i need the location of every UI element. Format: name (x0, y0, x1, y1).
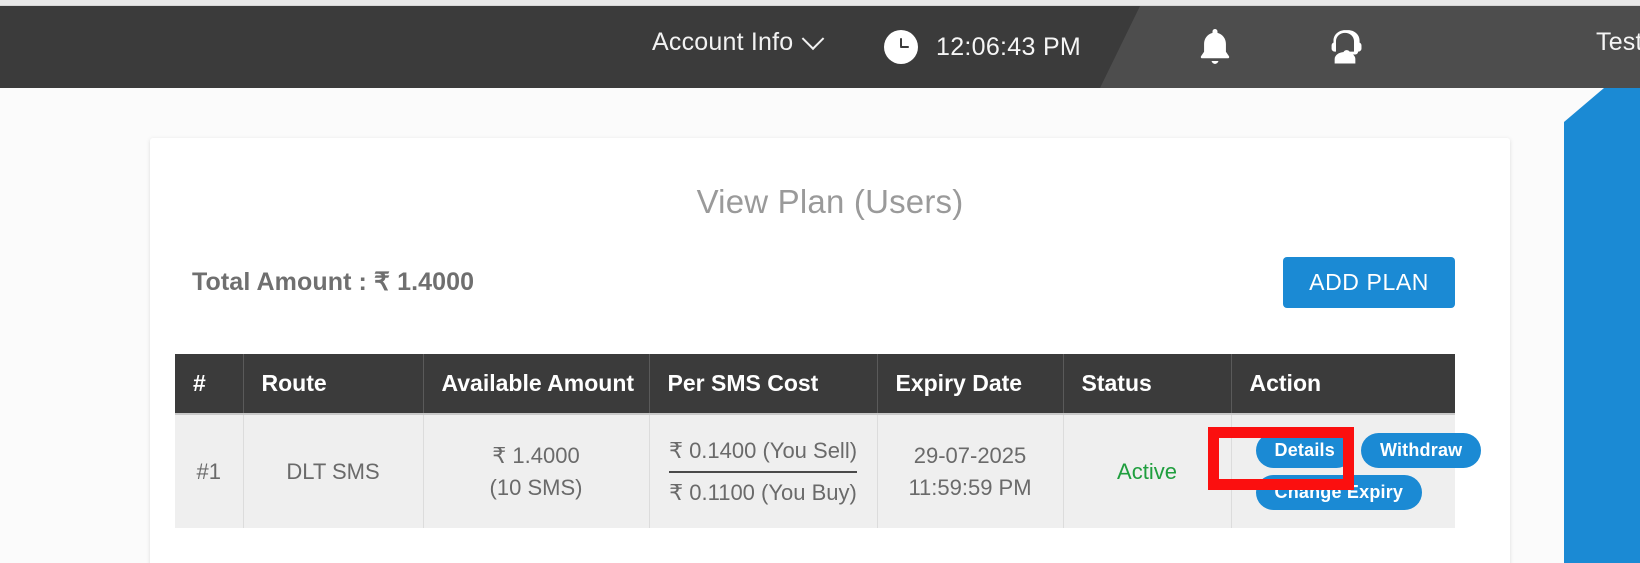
cell-route: DLT SMS (243, 413, 424, 528)
table-body: #1 DLT SMS ₹ 1.4000 (10 SMS) ₹ 0.1400 (Y… (175, 413, 1482, 528)
column-header-per-sms-cost[interactable]: Per SMS Cost (649, 354, 878, 414)
plan-table-container: # Route Available Amount Per SMS Cost Ex… (175, 354, 1482, 528)
column-header-route[interactable]: Route (243, 354, 424, 414)
app-viewport: Account Info 12:06:43 PM Test View Plan … (0, 0, 1640, 563)
change-expiry-button[interactable]: Change Expiry (1255, 475, 1423, 510)
expiry-date-value: 29-07-2025 (913, 442, 1027, 468)
user-name-label[interactable]: Test (1596, 28, 1640, 57)
column-header-index[interactable]: # (175, 354, 244, 414)
table-row: #1 DLT SMS ₹ 1.4000 (10 SMS) ₹ 0.1400 (Y… (175, 413, 1482, 528)
headset-support-icon (1331, 30, 1362, 64)
column-header-action[interactable]: Action (1231, 354, 1455, 414)
current-time: 12:06:43 PM (936, 32, 1082, 61)
cell-status: Active (1063, 413, 1232, 528)
cost-fraction: ₹ 0.1400 (You Sell) ₹ 0.1100 (You Buy) (668, 435, 858, 507)
column-header-status[interactable]: Status (1063, 354, 1232, 414)
expiry-time-value: 11:59:59 PM (908, 474, 1032, 500)
clock-icon (884, 30, 918, 64)
cell-action: Details Withdraw Change Expiry (1231, 413, 1482, 528)
column-header-expiry-date[interactable]: Expiry Date (877, 354, 1064, 414)
clock-display: 12:06:43 PM (884, 30, 1081, 64)
blue-accent-shape (1564, 88, 1640, 563)
table-header-row: # Route Available Amount Per SMS Cost Ex… (175, 354, 1455, 414)
page-title: View Plan (Users) (696, 183, 964, 220)
plan-table: # Route Available Amount Per SMS Cost Ex… (175, 354, 1482, 528)
status-badge: Active (1117, 458, 1177, 484)
available-amount-value: ₹ 1.4000 (492, 442, 580, 468)
cost-you-sell: ₹ 0.1400 (You Sell) (668, 435, 858, 473)
action-button-group: Details Withdraw Change Expiry (1255, 433, 1488, 510)
details-button[interactable]: Details (1255, 433, 1354, 468)
cost-you-buy: ₹ 0.1100 (You Buy) (669, 479, 857, 505)
top-navigation-bar: Account Info 12:06:43 PM Test (0, 6, 1640, 88)
cell-available-amount: ₹ 1.4000 (10 SMS) (423, 413, 650, 528)
notifications-button[interactable] (1192, 24, 1238, 70)
account-info-dropdown[interactable]: Account Info (652, 26, 825, 57)
column-header-available-amount[interactable]: Available Amount (423, 354, 650, 414)
page-body: View Plan (Users) Total Amount : ₹ 1.400… (0, 88, 1640, 563)
table-header: # Route Available Amount Per SMS Cost Ex… (175, 354, 1455, 414)
chevron-down-icon (802, 26, 825, 50)
total-amount-label: Total Amount : ₹ 1.4000 (192, 268, 475, 296)
card-subheader: Total Amount : ₹ 1.4000 ADD PLAN (150, 251, 1510, 321)
cell-index: #1 (175, 413, 244, 528)
withdraw-button[interactable]: Withdraw (1360, 433, 1482, 468)
cell-per-sms-cost: ₹ 0.1400 (You Sell) ₹ 0.1100 (You Buy) (649, 413, 878, 528)
support-button[interactable] (1322, 24, 1368, 70)
cell-expiry-date: 29-07-2025 11:59:59 PM (877, 413, 1064, 528)
view-plan-card: View Plan (Users) Total Amount : ₹ 1.400… (150, 138, 1510, 563)
add-plan-button[interactable]: ADD PLAN (1283, 257, 1455, 308)
bell-icon (1200, 28, 1230, 64)
available-sms-count: (10 SMS) (489, 474, 583, 500)
account-info-label: Account Info (652, 28, 794, 56)
